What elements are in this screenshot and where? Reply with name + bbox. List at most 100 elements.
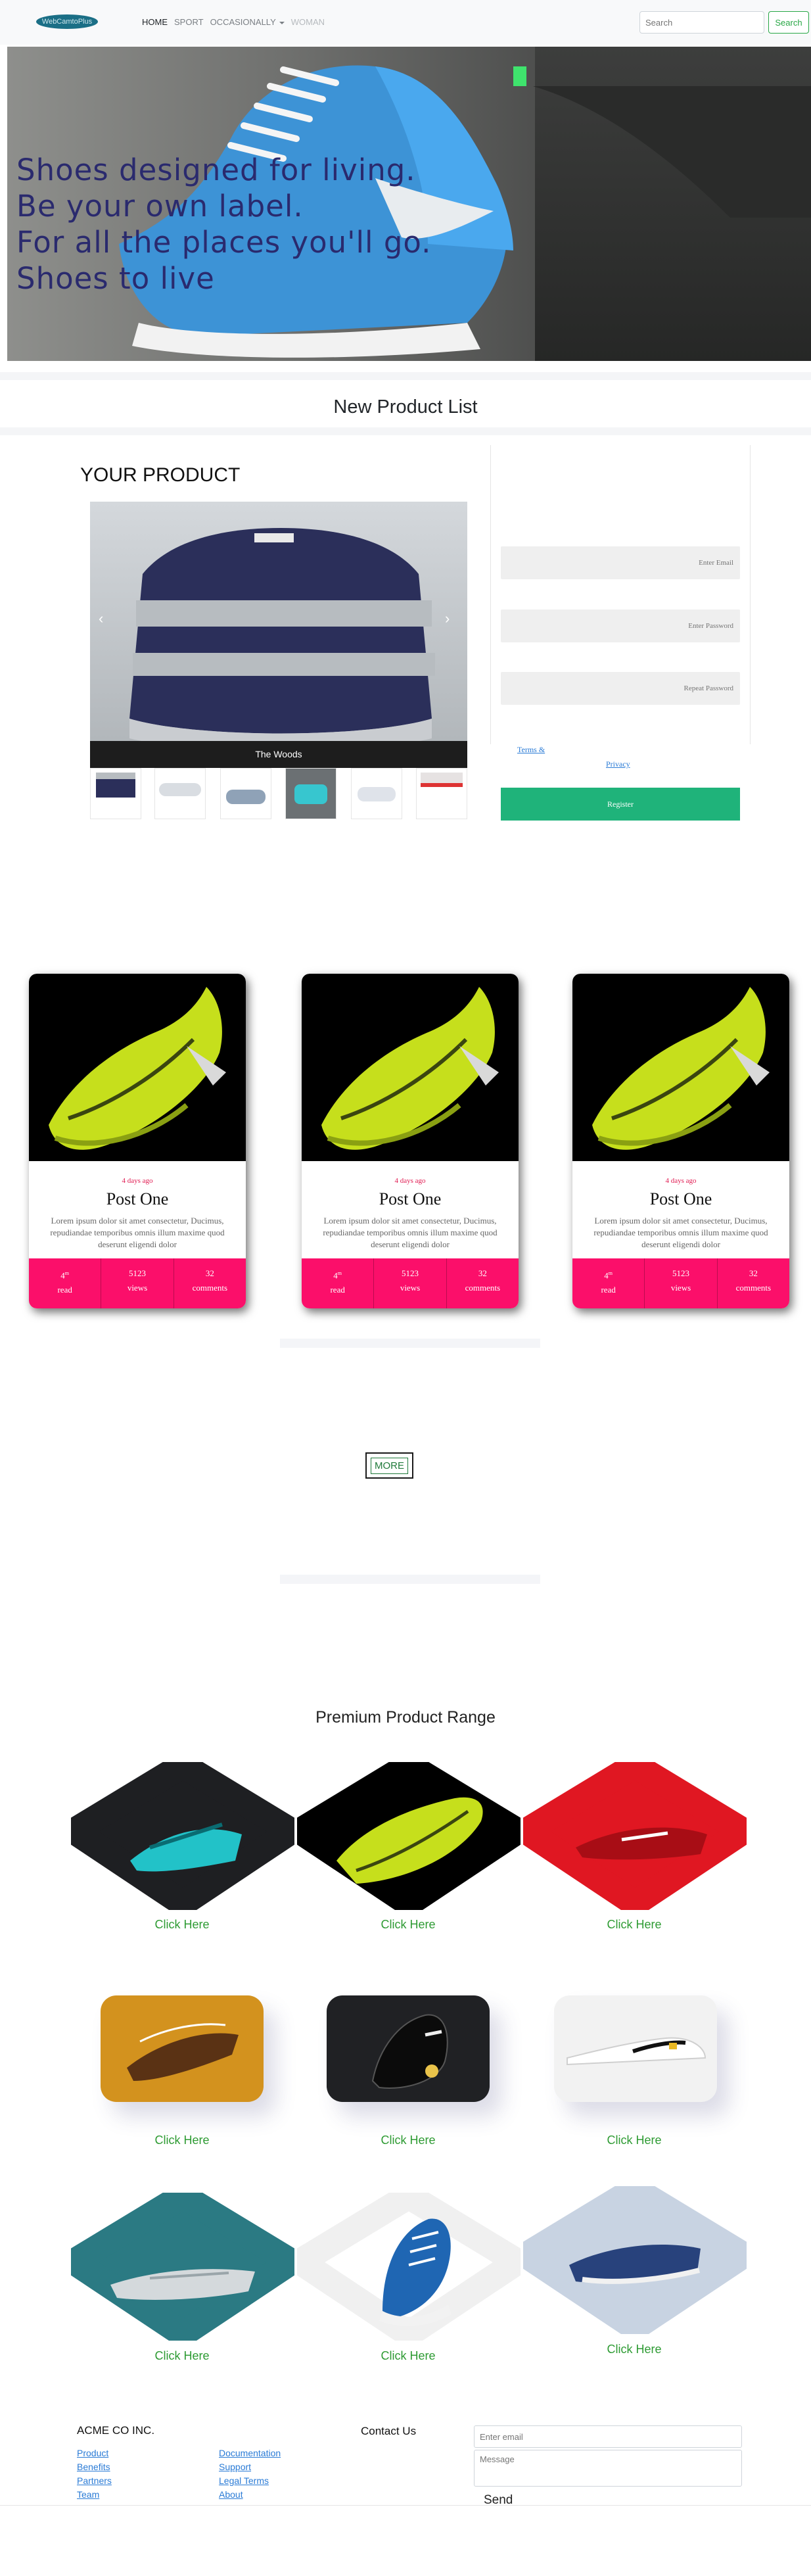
search-button[interactable]: Search (768, 11, 809, 34)
football-boot-image (302, 974, 519, 1161)
nav-link-occasionally-dropdown[interactable]: OCCASIONALLY (210, 17, 285, 27)
nav-link-sport[interactable]: SPORT (174, 17, 204, 27)
stat-comments: 32 comments (718, 1258, 789, 1308)
footer-divider (0, 2505, 811, 2506)
product-tile-teal-runner[interactable] (71, 1762, 294, 1910)
stat-label: views (400, 1283, 421, 1293)
footer-link-team[interactable]: Team (77, 2489, 99, 2500)
footer-link-legal-terms[interactable]: Legal Terms (219, 2475, 269, 2486)
carousel-thumbnails (90, 768, 467, 819)
stat-label: views (127, 1283, 148, 1293)
chevron-right-icon[interactable]: › (445, 610, 450, 627)
product-tile-black-sneaker[interactable] (327, 1995, 490, 2102)
stat-label: comments (735, 1283, 772, 1293)
thumbnail-sweater[interactable] (90, 768, 141, 819)
stat-unit: m (337, 1270, 342, 1276)
footer-link-benefits[interactable]: Benefits (77, 2462, 110, 2472)
post-stats: 4m read 5123 views 32 comments (29, 1258, 246, 1308)
product-tile-red-runner[interactable] (523, 1762, 747, 1910)
football-boot-image (29, 974, 246, 1161)
product-tile-brown-shoe[interactable] (101, 1995, 264, 2102)
click-here-link[interactable]: Click Here (323, 1918, 494, 1932)
more-button[interactable]: MORE (365, 1452, 413, 1479)
repeat-password-input[interactable] (501, 672, 740, 705)
hero-line: Shoes designed for living. (16, 153, 416, 187)
footer-link-support[interactable]: Support (219, 2462, 251, 2472)
hero-line: For all the places you'll go. (16, 225, 432, 260)
click-here-link[interactable]: Click Here (97, 2134, 267, 2147)
click-here-link[interactable]: Click Here (549, 2134, 720, 2147)
thumbnail-shoe-red[interactable] (416, 768, 467, 819)
post-card[interactable]: 4 days ago Post One Lorem ipsum dolor si… (572, 974, 789, 1308)
stat-label: comments (192, 1283, 228, 1293)
contact-us-heading: Contact Us (361, 2425, 417, 2437)
product-tile-yellow-boot[interactable] (297, 1762, 521, 1910)
stat-read: 4m read (302, 1258, 375, 1308)
footer-link-product[interactable]: Product (77, 2448, 108, 2458)
click-here-link[interactable]: Click Here (549, 1918, 720, 1932)
click-here-link[interactable]: Click Here (97, 2349, 267, 2363)
privacy-link[interactable]: Privacy (606, 759, 630, 769)
stat-views: 5123 views (101, 1258, 174, 1308)
stat-views: 5123 views (374, 1258, 447, 1308)
football-boot-image (572, 974, 789, 1161)
post-card[interactable]: 4 days ago Post One Lorem ipsum dolor si… (302, 974, 519, 1308)
product-tile-silver-runner[interactable] (71, 2193, 294, 2341)
product-tile-blue-hightop[interactable] (297, 2193, 521, 2341)
top-navbar: WebCamtoPlus HOME SPORT OCCASIONALLY WOM… (0, 0, 811, 45)
footer-link-partners[interactable]: Partners (77, 2475, 112, 2486)
nav-link-home[interactable]: HOME (142, 17, 168, 27)
post-excerpt: Lorem ipsum dolor sit amet consectetur, … (323, 1216, 498, 1249)
carousel-caption: The Woods (90, 741, 467, 768)
footer-link-about[interactable]: About (219, 2489, 243, 2500)
more-button-label: MORE (371, 1457, 408, 1474)
section-divider (280, 1339, 540, 1348)
click-here-link[interactable]: Click Here (323, 2349, 494, 2363)
post-card[interactable]: 4 days ago Post One Lorem ipsum dolor si… (29, 974, 246, 1308)
nav-link-woman[interactable]: WOMAN (291, 17, 325, 27)
post-excerpt: Lorem ipsum dolor sit amet consectetur, … (593, 1216, 768, 1249)
product-tile-blue-canvas[interactable] (523, 2186, 747, 2334)
stat-unit: m (64, 1270, 70, 1276)
sweater-image (129, 528, 435, 751)
stat-label: views (670, 1283, 691, 1293)
click-here-link[interactable]: Click Here (97, 1918, 267, 1932)
password-input[interactable] (501, 609, 740, 642)
post-title: Post One (379, 1189, 442, 1208)
section-divider (0, 427, 811, 435)
stat-value: 5123 (128, 1268, 146, 1278)
contact-email-input[interactable] (474, 2425, 742, 2448)
chevron-left-icon[interactable]: ‹ (99, 610, 103, 627)
send-button[interactable]: Send (484, 2493, 513, 2508)
stat-value: 5123 (401, 1268, 419, 1278)
stat-value: 5123 (672, 1268, 689, 1278)
post-stats: 4m read 5123 views 32 comments (302, 1258, 519, 1308)
search-input[interactable] (639, 11, 764, 34)
nav-links: HOME SPORT OCCASIONALLY WOMAN (142, 17, 325, 27)
brand-logo[interactable]: WebCamtoPlus (36, 14, 98, 29)
thumbnail-shoe-white[interactable] (154, 768, 206, 819)
thumbnail-shoe-teal[interactable] (285, 768, 336, 819)
post-date: 4 days ago (665, 1177, 697, 1185)
hero-tagline: Shoes designed for living. Be your own l… (16, 152, 431, 297)
hero-line: Be your own label. (16, 189, 304, 224)
click-here-link[interactable]: Click Here (549, 2343, 720, 2356)
footer-link-documentation[interactable]: Documentation (219, 2448, 281, 2458)
product-tile-white-sneaker[interactable] (554, 1995, 717, 2102)
product-carousel (90, 502, 467, 768)
post-stats: 4m read 5123 views 32 comments (572, 1258, 789, 1308)
thumbnail-shoe-grey[interactable] (220, 768, 271, 819)
premium-range-title: Premium Product Range (315, 1708, 496, 1727)
footer-company-name: ACME CO INC. (77, 2424, 155, 2437)
click-here-link[interactable]: Click Here (323, 2134, 494, 2147)
thumbnail-shoe-light[interactable] (351, 768, 402, 819)
contact-message-input[interactable] (474, 2450, 742, 2487)
email-input[interactable] (501, 546, 740, 579)
terms-link[interactable]: Terms & (517, 745, 545, 755)
stat-value: 32 (749, 1268, 758, 1278)
register-button[interactable]: Register (501, 788, 740, 821)
new-product-title: New Product List (333, 396, 478, 417)
stat-comments: 32 comments (447, 1258, 519, 1308)
post-title: Post One (649, 1189, 712, 1208)
stat-views: 5123 views (645, 1258, 718, 1308)
